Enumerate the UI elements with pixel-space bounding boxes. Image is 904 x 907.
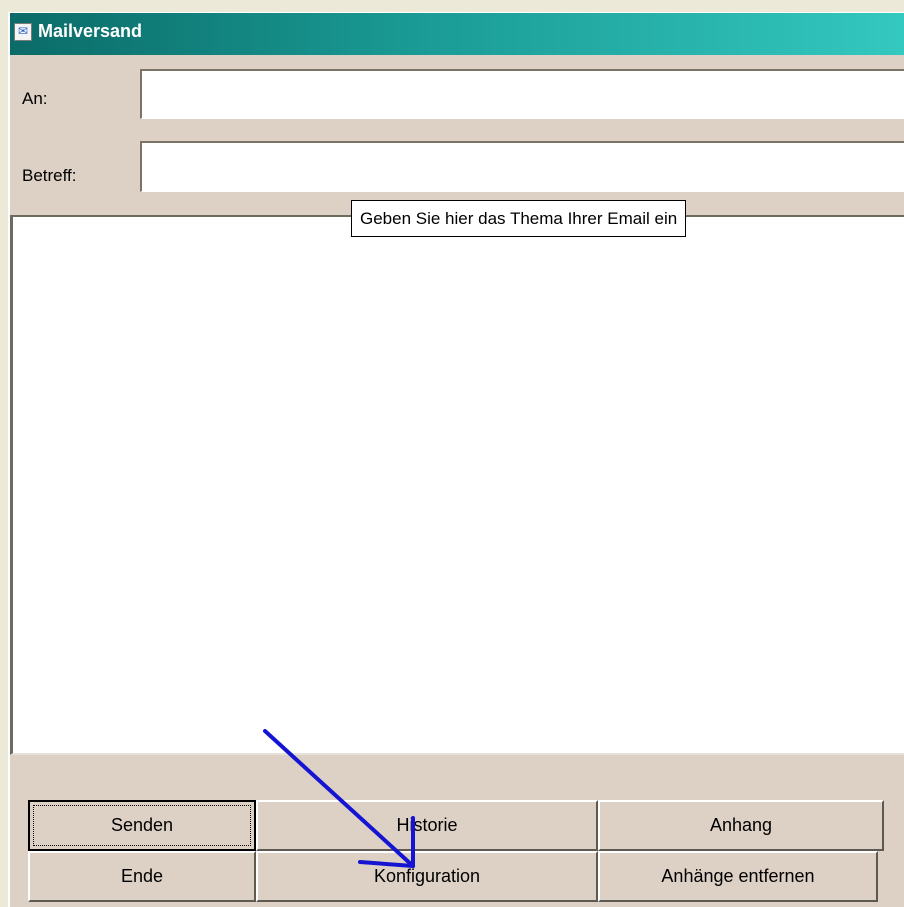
history-button[interactable]: Historie bbox=[256, 800, 598, 851]
to-label: An: bbox=[22, 89, 48, 108]
history-button-label: Historie bbox=[396, 815, 458, 835]
attachment-button[interactable]: Anhang bbox=[598, 800, 884, 851]
mail-window: ✉ Mailversand An: Betreff: Geben Sie hie… bbox=[8, 12, 904, 907]
title-bar[interactable]: ✉ Mailversand bbox=[10, 13, 904, 55]
exit-button[interactable]: Ende bbox=[28, 851, 256, 902]
send-button[interactable]: Senden bbox=[28, 800, 256, 851]
window-title: Mailversand bbox=[38, 21, 143, 41]
remove-attachments-button-label: Anhänge entfernen bbox=[661, 866, 815, 886]
exit-button-label: Ende bbox=[120, 866, 164, 886]
subject-label: Betreff: bbox=[22, 166, 77, 185]
configuration-button-label: Konfiguration bbox=[373, 866, 481, 886]
message-body-textarea[interactable] bbox=[10, 215, 904, 755]
configuration-button[interactable]: Konfiguration bbox=[256, 851, 598, 902]
attachment-button-label: Anhang bbox=[709, 815, 773, 835]
remove-attachments-button[interactable]: Anhänge entfernen bbox=[598, 851, 878, 902]
subject-input[interactable] bbox=[140, 141, 904, 192]
send-button-label: Senden bbox=[110, 815, 174, 835]
to-input[interactable] bbox=[140, 69, 904, 119]
subject-tooltip: Geben Sie hier das Thema Ihrer Email ein bbox=[351, 200, 687, 237]
mail-app-icon[interactable]: ✉ bbox=[14, 23, 32, 41]
